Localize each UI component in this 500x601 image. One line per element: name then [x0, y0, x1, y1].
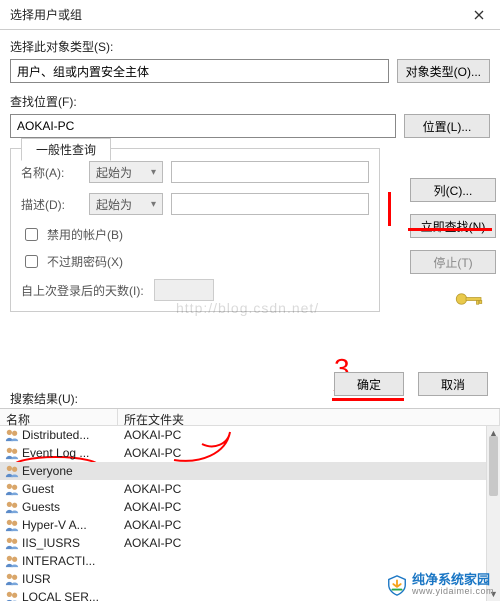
name-field-label: 名称(A):	[21, 164, 81, 181]
group-icon	[4, 590, 20, 601]
days-since-combo[interactable]	[154, 279, 214, 301]
item-name: Hyper-V A...	[20, 518, 118, 532]
chevron-down-icon: ▾	[151, 199, 156, 210]
results-item[interactable]: GuestsAOKAI-PC	[0, 498, 486, 516]
item-location: AOKAI-PC	[118, 536, 181, 550]
desc-field-label: 描述(D):	[21, 196, 81, 213]
results-label: 搜索结果(U):	[10, 390, 78, 407]
item-location: AOKAI-PC	[118, 482, 181, 496]
scroll-thumb[interactable]	[489, 436, 498, 496]
right-button-column: 列(C)... 立即查找(N) 停止(T)	[410, 178, 490, 274]
desc-input[interactable]	[171, 193, 369, 215]
name-match-value: 起始为	[96, 164, 132, 181]
name-input[interactable]	[171, 161, 369, 183]
title-bar: 选择用户或组	[0, 0, 500, 30]
item-name: IUSR	[20, 572, 118, 586]
ok-cancel-row: 确定 取消	[334, 372, 488, 396]
group-icon	[4, 572, 20, 586]
desc-match-value: 起始为	[96, 196, 132, 213]
object-types-label: 选择此对象类型(S):	[10, 38, 490, 55]
annotation-findnow-underline	[408, 228, 492, 231]
disabled-accounts-checkbox[interactable]: 禁用的帐户(B)	[21, 225, 369, 244]
object-types-button[interactable]: 对象类型(O)...	[397, 59, 490, 83]
annotation-ok-underline	[332, 398, 404, 401]
brand-name: 纯净系统家园	[412, 573, 494, 587]
item-location: AOKAI-PC	[118, 518, 181, 532]
close-button[interactable]	[464, 4, 494, 26]
ok-button[interactable]: 确定	[334, 372, 404, 396]
nonexpiring-password-box[interactable]	[25, 255, 38, 268]
brand-url: www.yidaimei.com	[412, 587, 494, 597]
name-match-combo[interactable]: 起始为 ▾	[89, 161, 163, 183]
brand-logo: 纯净系统家园 www.yidaimei.com	[386, 573, 494, 597]
search-key-icon	[454, 290, 484, 311]
group-icon	[4, 446, 20, 460]
results-header: 名称 所在文件夹	[0, 408, 500, 426]
column-location[interactable]: 所在文件夹	[118, 409, 500, 425]
brand-shield-icon	[386, 574, 408, 596]
cancel-button[interactable]: 取消	[418, 372, 488, 396]
disabled-accounts-label: 禁用的帐户(B)	[47, 226, 123, 243]
group-icon	[4, 554, 20, 568]
results-item[interactable]: Everyone	[0, 462, 486, 480]
results-item[interactable]: INTERACTI...	[0, 552, 486, 570]
group-icon	[4, 428, 20, 442]
close-icon	[474, 10, 484, 20]
column-name[interactable]: 名称	[0, 409, 118, 425]
item-name: Event Log ...	[20, 446, 118, 460]
item-name: IIS_IUSRS	[20, 536, 118, 550]
disabled-accounts-box[interactable]	[25, 228, 38, 241]
query-group: 一般性查询 名称(A): 起始为 ▾ 描述(D): 起始为 ▾ 禁用的帐户(B)…	[10, 148, 380, 312]
find-now-button[interactable]: 立即查找(N)	[410, 214, 496, 238]
results-item[interactable]: Hyper-V A...AOKAI-PC	[0, 516, 486, 534]
location-field[interactable]	[10, 114, 396, 138]
group-icon	[4, 482, 20, 496]
object-types-field[interactable]	[10, 59, 389, 83]
item-name: Everyone	[20, 464, 118, 478]
group-icon	[4, 464, 20, 478]
chevron-down-icon: ▾	[151, 167, 156, 178]
group-icon	[4, 500, 20, 514]
group-icon	[4, 518, 20, 532]
item-location: AOKAI-PC	[118, 500, 181, 514]
location-button[interactable]: 位置(L)...	[404, 114, 490, 138]
item-name: Distributed...	[20, 428, 118, 442]
days-since-label: 自上次登录后的天数(I):	[21, 282, 144, 299]
columns-button[interactable]: 列(C)...	[410, 178, 496, 202]
annotation-red-cursor	[388, 192, 391, 226]
location-label: 查找位置(F):	[10, 93, 490, 110]
desc-match-combo[interactable]: 起始为 ▾	[89, 193, 163, 215]
results-item[interactable]: GuestAOKAI-PC	[0, 480, 486, 498]
query-tab[interactable]: 一般性查询	[21, 138, 111, 161]
item-name: LOCAL SER...	[20, 590, 118, 601]
stop-button[interactable]: 停止(T)	[410, 250, 496, 274]
nonexpiring-password-label: 不过期密码(X)	[47, 253, 123, 270]
results-item[interactable]: Distributed...AOKAI-PC	[0, 426, 486, 444]
results-item[interactable]: Event Log ...AOKAI-PC	[0, 444, 486, 462]
item-name: Guest	[20, 482, 118, 496]
dialog-title: 选择用户或组	[10, 6, 82, 23]
item-location: AOKAI-PC	[118, 428, 181, 442]
item-name: INTERACTI...	[20, 554, 118, 568]
item-name: Guests	[20, 500, 118, 514]
group-icon	[4, 536, 20, 550]
item-location: AOKAI-PC	[118, 446, 181, 460]
results-item[interactable]: IIS_IUSRSAOKAI-PC	[0, 534, 486, 552]
nonexpiring-password-checkbox[interactable]: 不过期密码(X)	[21, 252, 369, 271]
